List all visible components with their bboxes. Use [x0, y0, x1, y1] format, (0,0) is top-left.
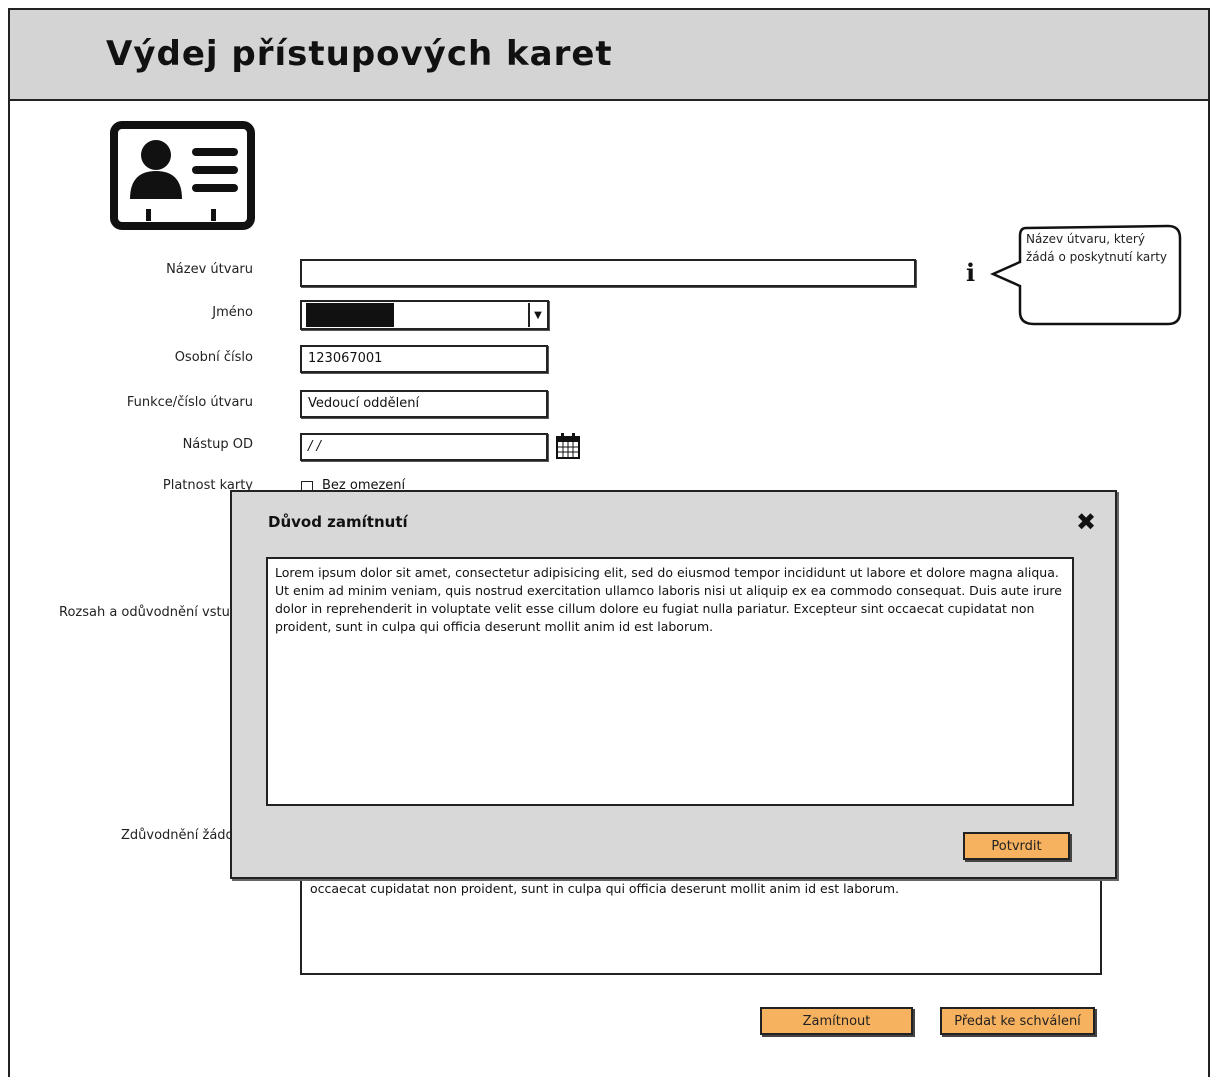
rozsah-label: Rozsah a odůvodnění vstupu	[59, 605, 247, 620]
rejection-reason-textarea[interactable]: Lorem ipsum dolor sit amet, consectetur …	[266, 557, 1074, 806]
nazev-utvaru-input[interactable]	[300, 259, 916, 287]
jmeno-redacted-value	[306, 303, 394, 327]
potvrdit-button[interactable]: Potvrdit	[963, 832, 1070, 860]
modal-title: Důvod zamítnutí	[268, 513, 408, 531]
tooltip-text: Název útvaru, který žádá o poskytnutí ka…	[1026, 232, 1168, 264]
funkce-input[interactable]: Vedoucí oddělení	[300, 390, 548, 418]
osobni-cislo-input[interactable]: 123067001	[300, 345, 548, 373]
funkce-label: Funkce/číslo útvaru	[126, 395, 253, 410]
zamitnout-button[interactable]: Zamítnout	[760, 1007, 913, 1035]
close-icon[interactable]: ✖	[1076, 509, 1096, 535]
zduvodneni-text: occaecat cupidatat non proident, sunt in…	[310, 881, 900, 896]
page-title: Výdej přístupových karet	[106, 34, 613, 74]
info-icon[interactable]: i	[966, 258, 975, 287]
predat-ke-schvaleni-button[interactable]: Předat ke schválení	[940, 1007, 1095, 1035]
id-card-icon	[110, 121, 255, 230]
title-bar: Výdej přístupových karet	[8, 8, 1210, 101]
osobni-cislo-label: Osobní číslo	[174, 350, 253, 365]
jmeno-label: Jméno	[212, 305, 253, 320]
nazev-utvaru-label: Název útvaru	[166, 262, 253, 277]
zduvodneni-textarea[interactable]: occaecat cupidatat non proident, sunt in…	[300, 876, 1102, 975]
nastup-date-input[interactable]: / /	[300, 433, 548, 461]
chevron-down-icon[interactable]: ▼	[528, 303, 546, 327]
platnost-label: Platnost karty	[162, 478, 253, 493]
calendar-icon[interactable]	[555, 432, 581, 460]
nastup-label: Nástup OD	[182, 437, 253, 452]
